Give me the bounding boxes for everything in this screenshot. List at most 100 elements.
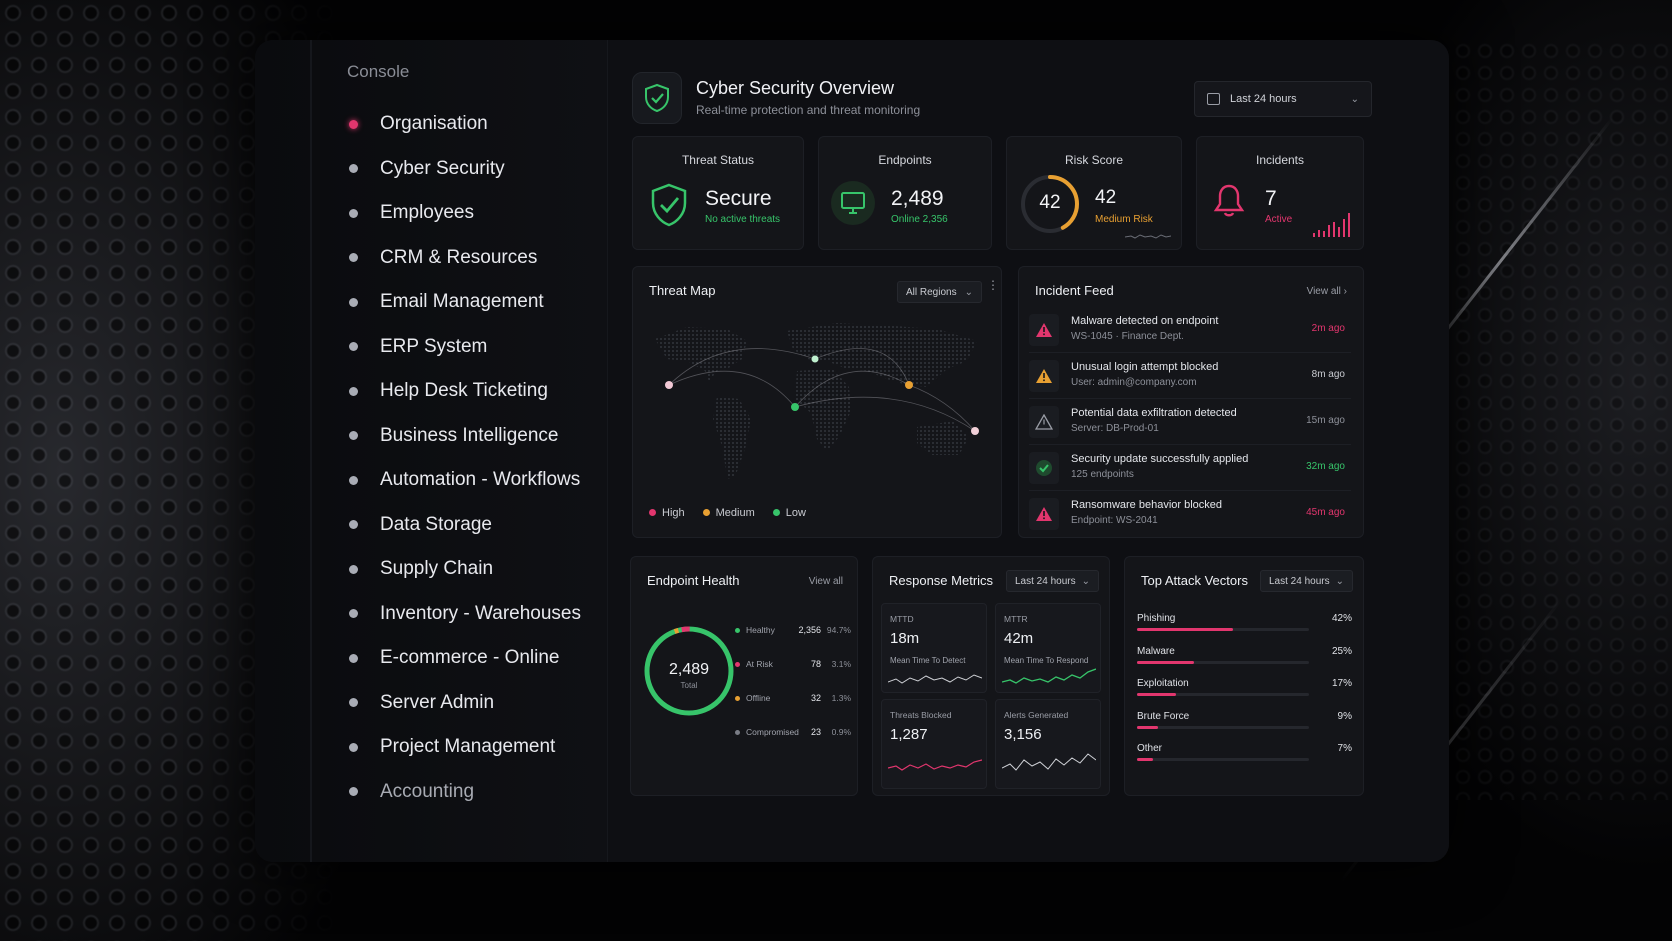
sidebar-item-label: Supply Chain [380, 558, 494, 580]
card-label: Threat Status [681, 153, 755, 167]
sidebar-item-ecommerce[interactable]: E-commerce - Online [347, 636, 581, 681]
sidebar-item-label: Server Admin [380, 691, 495, 713]
incidents-card[interactable]: Incidents 7 Active [1196, 136, 1364, 250]
sidebar-item-label: E-commerce - Online [380, 647, 560, 669]
sidebar-item-automation[interactable]: Automation - Workflows [347, 458, 581, 503]
threat-map-panel: Threat Map All Regions ⌄ ⋮ High Medium L… [632, 266, 1002, 538]
region-filter-dropdown[interactable]: All Regions ⌄ [897, 281, 982, 303]
incident-sub: WS-1045 · Finance Dept. [1071, 331, 1184, 342]
attack-vector-row: Other 7% [1137, 743, 1352, 773]
legend-high: High [649, 507, 685, 519]
incident-time: 45m ago [1306, 507, 1345, 518]
attack-vector-name: Malware [1137, 645, 1175, 657]
sidebar-item-supply-chain[interactable]: Supply Chain [347, 547, 581, 592]
threat-map-legend: High Medium Low [649, 507, 806, 519]
sidebar-item-cyber-security[interactable]: Cyber Security [347, 147, 581, 192]
incident-row[interactable]: Ransomware behavior blocked Endpoint: WS… [1029, 491, 1351, 537]
panel-title: Threat Map [649, 283, 716, 298]
sidebar-item-server-admin[interactable]: Server Admin [347, 681, 581, 726]
health-row-offline: Offline 32 1.3% [735, 693, 851, 707]
bullet-dot [349, 386, 358, 396]
time-range-dropdown[interactable]: Last 24 hours ⌄ [1194, 81, 1372, 117]
bullet-dot [349, 564, 358, 574]
health-row-healthy: Healthy 2,356 94.7% [735, 625, 851, 639]
threats-blocked-sparkline [888, 759, 982, 771]
risk-score-value: 42 [1095, 187, 1117, 208]
sidebar-item-label: Employees [380, 202, 474, 224]
sidebar-item-label: Inventory - Warehouses [380, 602, 581, 624]
sidebar-item-label: Accounting [380, 780, 475, 802]
sidebar-item-organisation[interactable]: Organisation [347, 102, 581, 147]
attack-vector-percent: 9% [1337, 710, 1352, 722]
view-all-link[interactable]: View all [809, 576, 843, 587]
mttr-sparkline [1002, 668, 1096, 684]
sidebar-item-data-storage[interactable]: Data Storage [347, 503, 581, 548]
sidebar-item-email[interactable]: Email Management [347, 280, 581, 325]
sidebar-item-inventory[interactable]: Inventory - Warehouses [347, 592, 581, 637]
incident-row[interactable]: Malware detected on endpoint WS-1045 · F… [1029, 307, 1351, 353]
attack-vector-bar [1137, 758, 1154, 761]
bell-icon [1213, 184, 1245, 217]
continent-australia [917, 421, 969, 455]
chevron-down-icon: ⌄ [1335, 575, 1344, 587]
attack-vector-percent: 17% [1331, 678, 1352, 689]
attack-vector-percent: 42% [1331, 613, 1352, 624]
chevron-down-icon: ⌄ [1350, 93, 1359, 105]
incident-sub: 125 endpoints [1071, 469, 1134, 480]
endpoint-health-panel: Endpoint Health View all 2,489 Total Hea… [630, 556, 858, 796]
metric-card-alerts-generated[interactable]: Alerts Generated 3,156 [995, 699, 1101, 789]
incidents-sub: Active [1265, 214, 1293, 225]
continent-south-america [713, 397, 751, 479]
sidebar-item-accounting[interactable]: Accounting [347, 770, 581, 815]
metric-card-mttr[interactable]: MTTR 42m Mean Time To Respond [995, 603, 1101, 693]
sidebar-item-employees[interactable]: Employees [347, 191, 581, 236]
metric-card-threats-blocked[interactable]: Threats Blocked 1,287 [881, 699, 987, 789]
threat-point [905, 381, 913, 389]
metric-card-mttd[interactable]: MTTD 18m Mean Time To Detect [881, 603, 987, 693]
incident-title: Ransomware behavior blocked [1071, 499, 1223, 511]
sidebar-item-help-desk[interactable]: Help Desk Ticketing [347, 369, 581, 414]
incident-title: Security update successfully applied [1071, 453, 1249, 465]
sidebar-item-project-management[interactable]: Project Management [347, 725, 581, 770]
risk-score-card[interactable]: Risk Score 42 42 Medium Risk [1006, 136, 1182, 250]
sidebar-item-label: Cyber Security [380, 157, 505, 179]
sidebar-item-erp[interactable]: ERP System [347, 325, 581, 370]
attack-vector-name: Brute Force [1137, 710, 1190, 722]
incident-row[interactable]: Potential data exfiltration detected Ser… [1029, 399, 1351, 445]
sidebar-item-business-intelligence[interactable]: Business Intelligence [347, 414, 581, 459]
shield-logo-icon [632, 72, 682, 124]
incident-sub: User: admin@company.com [1071, 377, 1197, 388]
card-label: Endpoints [878, 153, 932, 167]
attack-vector-percent: 25% [1331, 645, 1352, 657]
incident-row[interactable]: Unusual login attempt blocked User: admi… [1029, 353, 1351, 399]
incident-sub: Endpoint: WS-2041 [1071, 515, 1158, 526]
health-row-compromised: Compromised 23 0.9% [735, 727, 851, 741]
panel-title: Incident Feed [1035, 283, 1114, 298]
bullet-dot [349, 520, 358, 530]
sidebar-item-crm[interactable]: CRM & Resources [347, 236, 581, 281]
bullet-dot [349, 698, 358, 708]
attack-vector-bar [1137, 725, 1158, 729]
more-options-icon[interactable]: ⋮ [987, 279, 999, 291]
incidents-mini-bar-chart [1313, 213, 1350, 237]
card-label: Risk Score [1064, 153, 1123, 167]
alert-triangle-icon [1029, 360, 1059, 392]
active-indicator-dot [349, 119, 358, 129]
bullet-dot [349, 342, 358, 352]
warning-outline-icon [1029, 406, 1059, 438]
view-all-link[interactable]: View all › [1307, 286, 1347, 297]
risk-gauge-value: 42 [1039, 192, 1061, 213]
metrics-range-dropdown[interactable]: Last 24 hours ⌄ [1006, 570, 1099, 592]
incident-row[interactable]: Security update successfully applied 125… [1029, 445, 1351, 491]
world-map[interactable] [647, 309, 987, 499]
incidents-value: 7 [1265, 187, 1277, 210]
endpoints-card[interactable]: Endpoints 2,489 Online 2,356 [818, 136, 992, 250]
threat-status-sub: No active threats [705, 214, 781, 225]
threat-status-card[interactable]: Threat Status Secure No active threats [632, 136, 804, 250]
vectors-range-dropdown[interactable]: Last 24 hours ⌄ [1260, 570, 1353, 592]
sidebar-nav: Organisation Cyber Security Employees CR… [347, 102, 581, 814]
sidebar-item-label: Organisation [380, 113, 488, 135]
attack-vector-row: Brute Force 9% [1137, 711, 1352, 741]
page-title: Cyber Security Overview [696, 78, 895, 98]
endpoints-value: 2,489 [891, 187, 944, 210]
